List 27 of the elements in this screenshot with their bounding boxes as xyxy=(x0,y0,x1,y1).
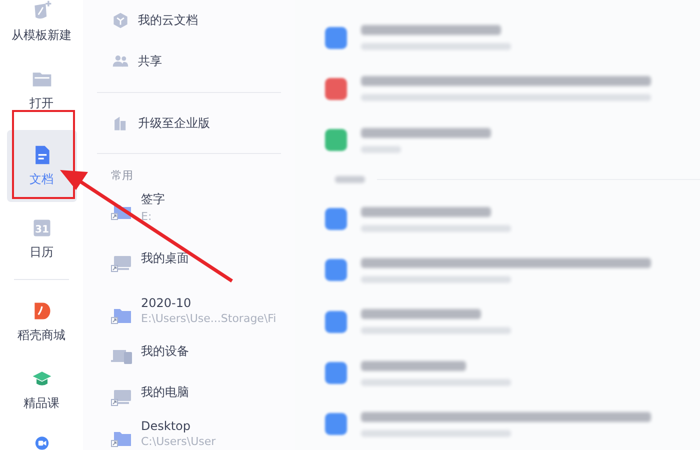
item-name: 2020-10 xyxy=(141,296,192,310)
nav-item[interactable]: 精品课 xyxy=(6,362,76,421)
blurred-section-label xyxy=(335,176,365,184)
item-name: 我的电脑 xyxy=(141,384,189,401)
item-path: E: xyxy=(141,210,153,222)
nav-item[interactable]: 31 日历 xyxy=(6,211,76,270)
upgrade-item[interactable]: 升级至企业版 xyxy=(97,93,295,153)
shortcut-item[interactable]: 2020-10 E:\Users\Use...Storage\Fi xyxy=(97,290,295,331)
item-name: 我的桌面 xyxy=(141,250,189,267)
nav-item[interactable]: 从模板新建 xyxy=(6,0,76,53)
item-name: 我的设备 xyxy=(141,343,189,360)
cube-icon xyxy=(112,12,129,29)
shortcut-item[interactable]: 我的桌面 xyxy=(97,227,295,290)
section-title: 常用 xyxy=(111,168,134,183)
blurred-file-path xyxy=(361,146,401,153)
item-name: Desktop xyxy=(141,419,192,433)
shortcut-item[interactable]: 签字 E: xyxy=(97,186,295,227)
sidebar-item[interactable]: 共享 xyxy=(97,41,295,82)
item-path: C:\Users\User xyxy=(141,435,216,448)
item-path: E:\Users\Use...Storage\Fi xyxy=(141,312,276,325)
item-name: 签字 xyxy=(141,190,165,208)
nav-item[interactable]: 打开 xyxy=(6,62,76,121)
shortcut-item[interactable]: 我的电脑 xyxy=(97,372,295,413)
nav-item[interactable]: 稻壳商城 xyxy=(6,294,76,353)
shortcut-item[interactable]: Desktop C:\Users\User xyxy=(97,413,295,450)
shortcut-item[interactable]: 我的设备 xyxy=(97,331,295,372)
sidebar-item[interactable]: 我的云文档 xyxy=(97,0,295,41)
